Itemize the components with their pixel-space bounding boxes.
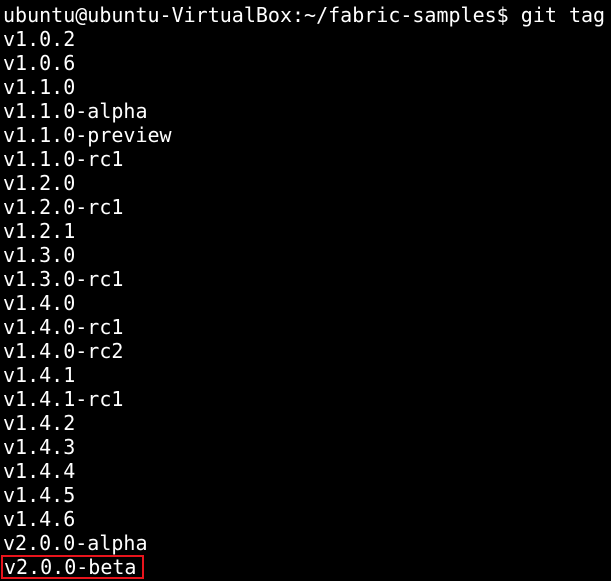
tag-line: v1.4.6 (3, 507, 76, 531)
tag-line: v1.4.3 (3, 435, 76, 459)
highlighted-tag: v2.0.0-beta (1, 555, 145, 579)
tag-line: v1.2.1 (3, 219, 76, 243)
tag-line: v1.2.0-rc1 (3, 195, 124, 219)
tag-line: v1.1.0 (3, 75, 76, 99)
tag-line: v1.4.5 (3, 483, 76, 507)
tag-line: v1.3.0-rc1 (3, 267, 124, 291)
tag-line: v1.4.1-rc1 (3, 387, 124, 411)
tag-line: v1.1.0-rc1 (3, 147, 124, 171)
tag-line: v2.0.0-alpha (3, 531, 148, 555)
tag-line: v1.4.0-rc1 (3, 315, 124, 339)
tag-line: v1.0.6 (3, 51, 76, 75)
tag-line: v1.4.2 (3, 411, 76, 435)
shell-prompt: ubuntu@ubuntu-VirtualBox:~/fabric-sample… (3, 3, 509, 27)
terminal-window[interactable]: ubuntu@ubuntu-VirtualBox:~/fabric-sample… (0, 0, 611, 581)
command-line: ubuntu@ubuntu-VirtualBox:~/fabric-sample… (3, 3, 611, 27)
tag-line: v1.1.0-preview (3, 123, 172, 147)
highlighted-tag-line: v2.0.0-beta (1, 555, 611, 579)
tag-line: v1.4.0-rc2 (3, 339, 124, 363)
tag-line: v1.1.0-alpha (3, 99, 148, 123)
tag-line: v1.2.0 (3, 171, 76, 195)
tag-line: v1.3.0 (3, 243, 76, 267)
tag-line: v1.4.0 (3, 291, 76, 315)
tag-line: v1.4.1 (3, 363, 76, 387)
tag-line: v1.0.2 (3, 27, 76, 51)
tag-line: v1.4.4 (3, 459, 76, 483)
command-text: git tag (520, 3, 606, 27)
